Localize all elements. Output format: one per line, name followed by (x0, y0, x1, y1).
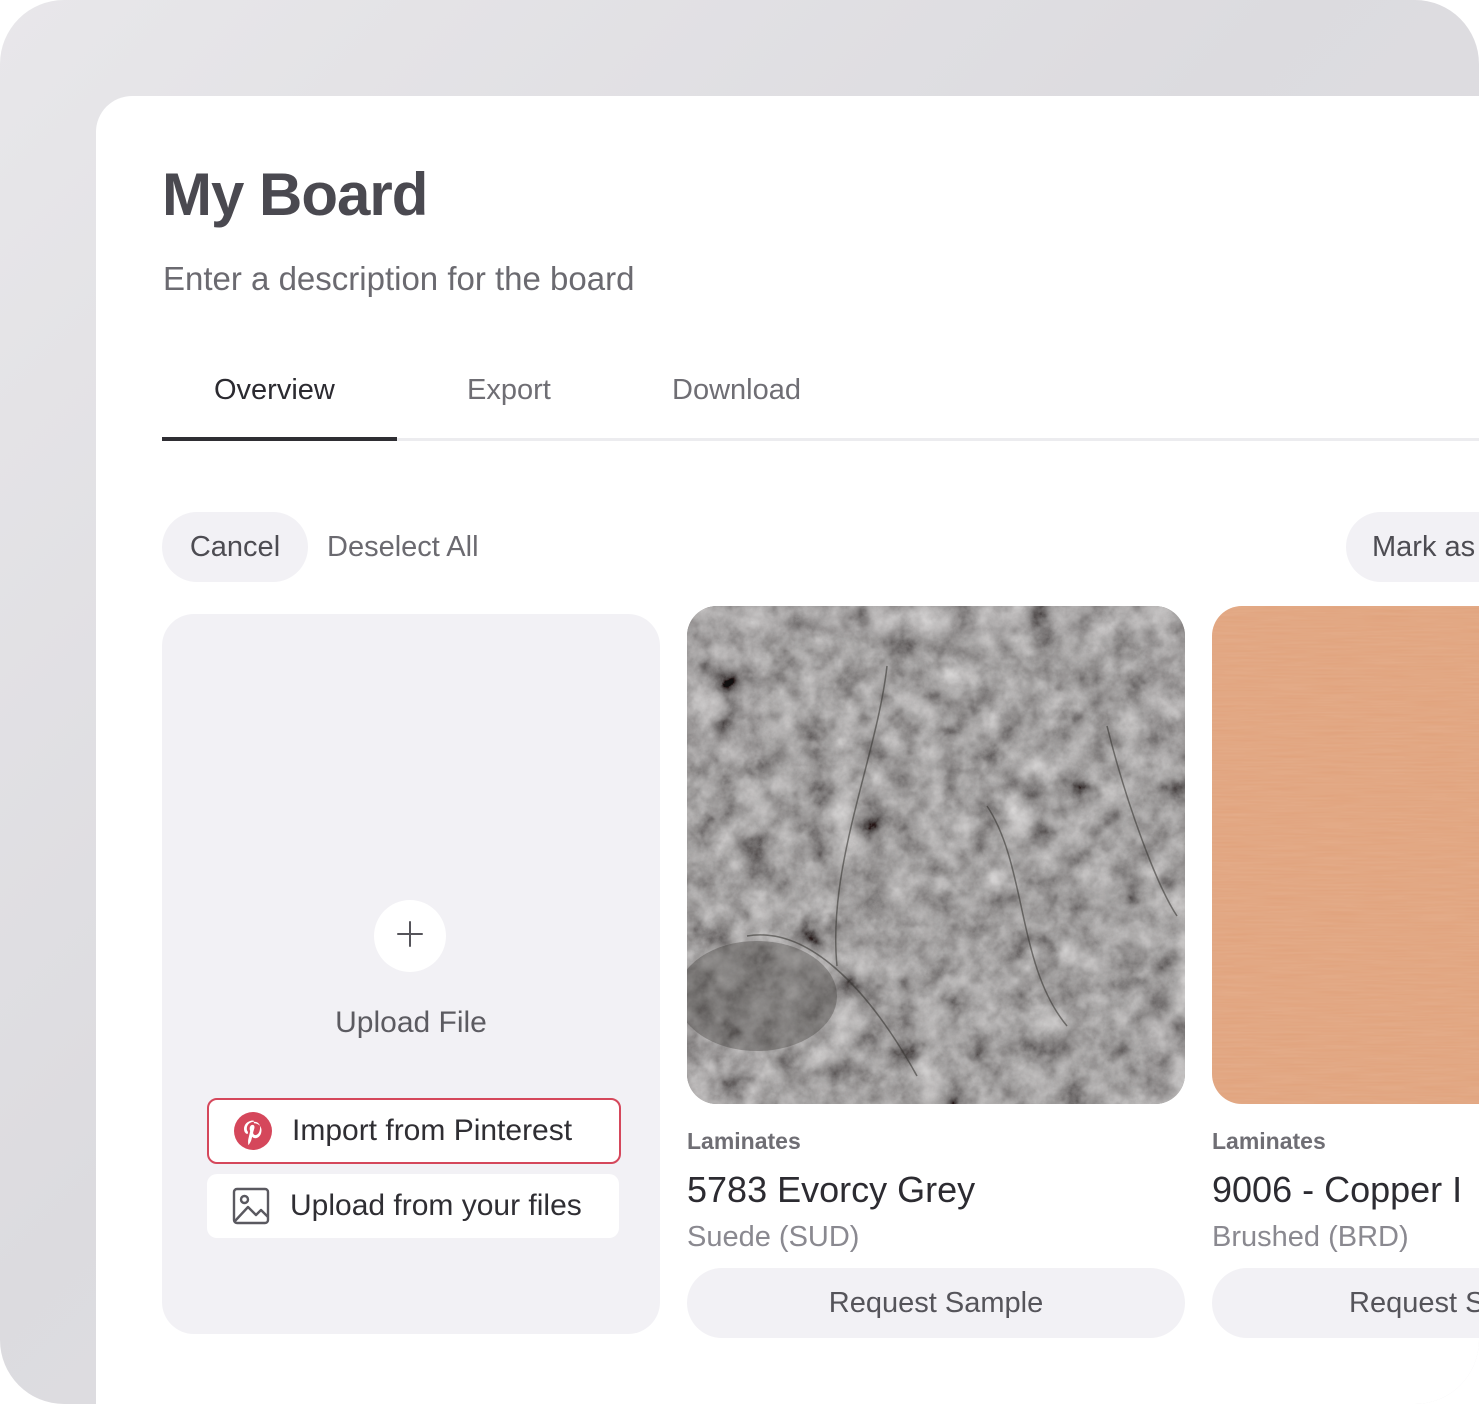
tab-bar: Overview Export Download (162, 366, 1479, 441)
product-finish: Suede (SUD) (687, 1221, 860, 1253)
cancel-button[interactable]: Cancel (162, 512, 308, 582)
product-card[interactable]: Laminates 9006 - Copper I Brushed (BRD) … (1212, 606, 1479, 1338)
upload-from-files-button[interactable]: Upload from your files (207, 1174, 619, 1238)
tab-download[interactable]: Download (672, 374, 801, 407)
tab-export[interactable]: Export (467, 374, 551, 407)
upload-file-label: Upload File (335, 1006, 487, 1039)
mark-as-button[interactable]: Mark as (1346, 512, 1479, 582)
tab-overview[interactable]: Overview (214, 374, 335, 407)
product-name: 5783 Evorcy Grey (687, 1169, 976, 1210)
plus-icon (396, 920, 424, 953)
request-sample-button[interactable]: Request Sample (687, 1268, 1185, 1338)
import-from-pinterest-label: Import from Pinterest (292, 1114, 573, 1147)
product-category: Laminates (687, 1128, 801, 1154)
pinterest-icon (233, 1111, 273, 1151)
active-tab-indicator (162, 437, 397, 441)
page-title: My Board (162, 161, 428, 228)
board-panel: My Board Enter a description for the boa… (96, 96, 1479, 1404)
app-frame: My Board Enter a description for the boa… (0, 0, 1479, 1404)
product-card[interactable]: Laminates 5783 Evorcy Grey Suede (SUD) R… (687, 606, 1185, 1338)
upload-file-button[interactable] (374, 900, 446, 972)
board-description[interactable]: Enter a description for the board (163, 260, 634, 298)
deselect-all-button[interactable]: Deselect All (327, 531, 479, 564)
product-category: Laminates (1212, 1128, 1326, 1154)
request-sample-button[interactable]: Request S (1212, 1268, 1479, 1338)
upload-card: Upload File Import from Pinterest Upload… (162, 614, 660, 1334)
product-name: 9006 - Copper I (1212, 1169, 1463, 1210)
image-icon (231, 1186, 271, 1226)
product-finish: Brushed (BRD) (1212, 1221, 1409, 1253)
product-swatch-image[interactable] (1212, 606, 1479, 1104)
import-from-pinterest-button[interactable]: Import from Pinterest (207, 1098, 621, 1164)
product-swatch-image[interactable] (687, 606, 1185, 1104)
upload-from-files-label: Upload from your files (290, 1189, 582, 1222)
